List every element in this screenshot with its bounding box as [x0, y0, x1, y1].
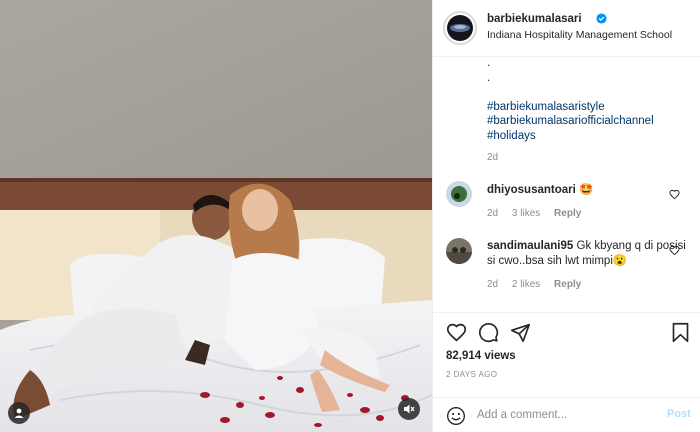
mute-button[interactable]: [398, 398, 420, 420]
heart-icon[interactable]: [669, 189, 680, 200]
comment-body: 🤩: [579, 184, 594, 196]
comment-username[interactable]: dhiyosusantoari: [487, 184, 576, 196]
heart-icon[interactable]: [669, 245, 680, 256]
tagged-users-button[interactable]: [8, 402, 30, 424]
post-username[interactable]: barbiekumalasari: [487, 13, 582, 25]
caption-line: .: [487, 57, 491, 69]
comment-meta: 2d 3 likes Reply: [487, 208, 592, 219]
caption-time[interactable]: 2d: [487, 152, 498, 163]
post-actions: 82,914 views 2 DAYS AGO Post: [433, 312, 700, 432]
post-caption: . . #barbiekumalasaristyle #barbiekumala…: [487, 56, 654, 144]
hashtag-link[interactable]: #holidays: [487, 129, 654, 144]
share-button[interactable]: [510, 322, 531, 343]
comment-time[interactable]: 2d: [487, 208, 498, 219]
post-media[interactable]: [0, 0, 432, 432]
post-comment-button[interactable]: Post: [667, 408, 691, 420]
avatar[interactable]: [443, 11, 477, 45]
hashtag-link[interactable]: #barbiekumalasaristyle: [487, 100, 654, 115]
post-timestamp[interactable]: 2 DAYS AGO: [446, 370, 497, 379]
comment-avatar[interactable]: [446, 181, 472, 207]
comment-meta: 2d 2 likes Reply: [487, 279, 592, 290]
comment-likes[interactable]: 2 likes: [512, 279, 540, 290]
comment-button[interactable]: [478, 322, 499, 343]
emoji-icon[interactable]: [446, 406, 466, 426]
add-comment-bar: Post: [433, 397, 700, 432]
comment-likes[interactable]: 3 likes: [512, 208, 540, 219]
comment-time[interactable]: 2d: [487, 279, 498, 290]
caption-line: .: [487, 71, 491, 84]
view-count[interactable]: 82,914 views: [446, 350, 516, 362]
volume-muted-icon: [404, 404, 415, 414]
user-icon: [14, 408, 24, 418]
reply-button[interactable]: Reply: [554, 208, 581, 219]
save-button[interactable]: [671, 322, 690, 343]
post-sidebar: barbiekumalasari Indiana Hospitality Man…: [432, 0, 700, 432]
comment-avatar[interactable]: [446, 238, 472, 264]
post-header: barbiekumalasari Indiana Hospitality Man…: [433, 0, 700, 57]
comment-input[interactable]: [477, 405, 657, 425]
post-location[interactable]: Indiana Hospitality Management School: [487, 29, 672, 41]
comment-username[interactable]: sandimaulani95: [487, 240, 573, 252]
hashtag-link[interactable]: #barbiekumalasariofficialchannel: [487, 114, 654, 129]
like-button[interactable]: [446, 322, 467, 343]
comment-text: dhiyosusantoari 🤩: [487, 183, 687, 198]
post-photo: [0, 0, 432, 432]
comment-text: sandimaulani95 Gk kbyang q di posisi si …: [487, 239, 687, 269]
reply-button[interactable]: Reply: [554, 279, 581, 290]
verified-badge-icon: [596, 13, 607, 24]
